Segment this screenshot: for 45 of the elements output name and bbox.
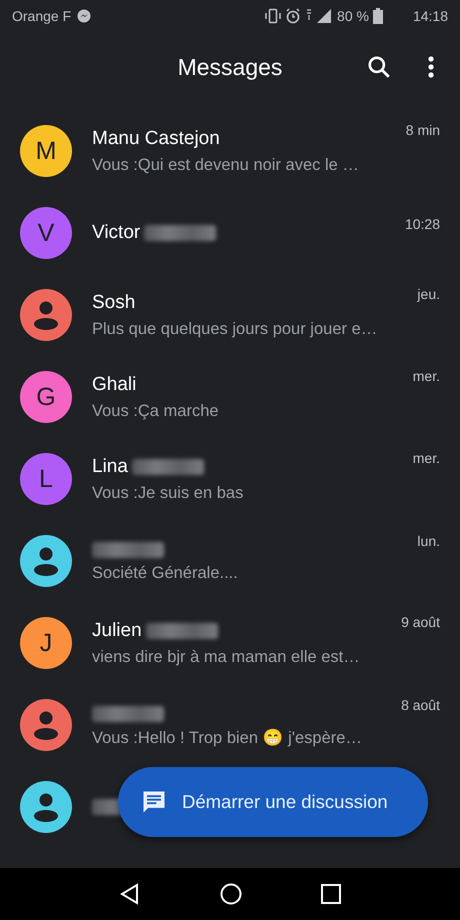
message-time: lun. — [417, 533, 440, 549]
person-icon — [33, 710, 59, 740]
person-icon — [33, 792, 59, 822]
person-icon — [33, 300, 59, 330]
message-preview: Vous :Je suis en bas — [92, 484, 244, 502]
message-preview: Vous :Hello ! Trop bien 😁 j'espère… — [92, 728, 363, 748]
home-button[interactable] — [220, 883, 242, 905]
contact-name: Manu Castejon — [92, 128, 220, 150]
message-preview: Vous :Qui est devenu noir avec le … — [92, 156, 360, 174]
contact-name: Ghali — [92, 374, 136, 396]
message-time: 8 août — [401, 696, 440, 712]
carrier-name: Orange F — [12, 8, 72, 24]
message-time: 10:28 — [404, 216, 440, 232]
messenger-icon — [77, 9, 92, 23]
vibrate-icon — [265, 8, 282, 24]
message-time: mer. — [412, 450, 440, 466]
more-options-icon — [428, 56, 434, 78]
message-preview: Société Générale.... — [92, 564, 239, 583]
more-options-button[interactable] — [426, 54, 436, 80]
message-preview: viens dire bjr à ma maman elle est… — [92, 648, 361, 666]
contact-avatar: J — [20, 617, 72, 669]
message-time: 9 août — [401, 614, 440, 630]
message-time: mer. — [412, 368, 440, 384]
signal-icon — [305, 8, 334, 24]
contact-avatar: L — [20, 453, 72, 505]
person-icon — [33, 546, 59, 576]
contact-name: Lina — [92, 456, 128, 478]
search-icon — [366, 54, 392, 80]
contact-name: Julien — [92, 620, 142, 642]
contact-avatar: M — [20, 125, 72, 177]
contact-avatar: G — [20, 371, 72, 423]
message-preview: Vous :Ça marche — [92, 402, 220, 420]
message-time: jeu. — [417, 286, 440, 302]
contact-name: Sosh — [92, 292, 136, 314]
contact-avatar: V — [20, 207, 72, 259]
recents-button[interactable] — [320, 884, 341, 904]
clock-time: 14:18 — [412, 8, 448, 24]
alarm-icon — [285, 8, 302, 24]
battery-icon — [372, 8, 383, 24]
contact-name: Victor — [92, 222, 140, 244]
battery-level: 80 % — [337, 8, 369, 24]
message-time: 8 min — [406, 122, 440, 138]
message-preview: Plus que quelques jours pour jouer e… — [92, 320, 378, 338]
start-chat-button[interactable]: Démarrer une discussion — [118, 767, 428, 837]
screen-title: Messages — [178, 54, 282, 81]
